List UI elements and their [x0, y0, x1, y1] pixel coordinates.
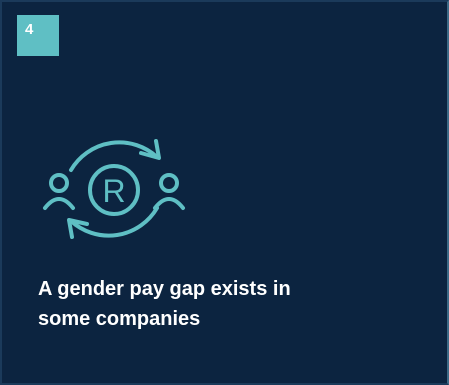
- info-card: 4 R A gender pay gap exists in some comp…: [0, 0, 449, 385]
- svg-text:R: R: [102, 173, 125, 209]
- card-number-badge: 4: [17, 15, 59, 56]
- card-headline: A gender pay gap exists in some companie…: [38, 278, 291, 330]
- people-exchange-icon: R: [43, 139, 185, 239]
